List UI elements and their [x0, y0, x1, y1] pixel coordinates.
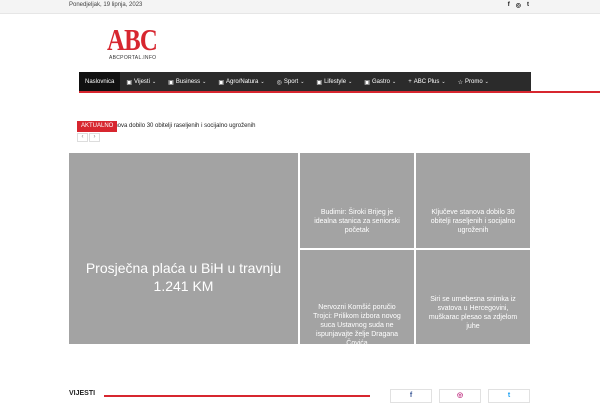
nav-underline: [79, 91, 600, 93]
featured-article-big[interactable]: Prosječna plaća u BiH u travnju 1.241 KM: [69, 153, 298, 344]
nav-item-vijesti[interactable]: ▣ Vijesti ⌄: [120, 72, 162, 92]
main-nav: Naslovnica ▣ Vijesti ⌄ ▣ Business ⌄ ▣ Ag…: [79, 72, 531, 92]
nav-label: Business: [175, 79, 201, 85]
featured-article[interactable]: Nervozni Komšić poručio Trojci: Prilikom…: [300, 250, 414, 344]
ball-icon: ◎: [276, 79, 282, 86]
top-bar: Ponedjeljak, 19 lipnja, 2023 f ◎ t: [0, 0, 600, 14]
site-logo[interactable]: ABC ABCPORTAL.INFO: [69, 22, 191, 66]
chevron-right-icon[interactable]: ›: [89, 133, 100, 142]
featured-article[interactable]: Ključeve stanova dobilo 30 obitelji rase…: [416, 153, 530, 248]
chevron-down-icon: ⌄: [300, 79, 305, 85]
instagram-icon[interactable]: ◎: [516, 2, 521, 9]
logo-text: ABC: [107, 22, 158, 57]
nav-label: Agro/Natura: [226, 79, 259, 85]
nav-label: Lifestyle: [324, 79, 347, 85]
nav-icon: ▣: [316, 79, 323, 86]
ticker-headline[interactable]: ...anova dobilo 30 obitelji raseljenih i…: [106, 123, 255, 129]
nav-label: Gastro: [371, 79, 390, 85]
nav-item-naslovnica[interactable]: Naslovnica: [79, 72, 121, 92]
nav-item-gastro[interactable]: ▣ Gastro ⌄: [358, 72, 402, 92]
twitter-icon[interactable]: t: [488, 389, 530, 403]
ticker-controls: ‹ ›: [77, 133, 100, 142]
nav-icon: ▣: [364, 79, 370, 86]
nav-item-lifestyle[interactable]: ▣ Lifestyle ⌄: [310, 72, 358, 92]
nav-item-abc-plus[interactable]: + ABC Plus ⌄: [402, 72, 451, 92]
nav-item-promo[interactable]: ☆ Promo ⌄: [452, 72, 495, 92]
nav-icon: ▣: [168, 79, 174, 86]
ticker-badge: AKTUALNO: [77, 121, 118, 132]
article-title: Siri se urnebesna snimka iz svatova u He…: [428, 296, 518, 330]
current-date: Ponedjeljak, 19 lipnja, 2023: [69, 2, 143, 8]
nav-item-agro-natura[interactable]: ▣ Agro/Natura ⌄: [212, 72, 270, 92]
facebook-icon[interactable]: f: [390, 389, 432, 403]
section-title: VIJESTI: [69, 390, 96, 397]
nav-label: Sport: [283, 79, 299, 85]
nav-label: ABC Plus: [413, 79, 440, 85]
chevron-down-icon: ⌄: [484, 79, 489, 85]
nav-label: Vijesti: [134, 79, 150, 85]
plus-icon: +: [408, 79, 412, 85]
article-title: Prosječna plaća u BiH u travnju 1.241 KM: [85, 259, 282, 294]
featured-article[interactable]: Siri se urnebesna snimka iz svatova u He…: [416, 250, 530, 344]
top-social-links: f ◎ t: [508, 2, 529, 9]
chevron-down-icon: ⌄: [441, 79, 446, 85]
article-title: Ključeve stanova dobilo 30 obitelji rase…: [430, 209, 516, 234]
article-title: Budimir: Široki Brijeg je idealna stanic…: [314, 209, 400, 234]
chevron-down-icon: ⌄: [202, 79, 207, 85]
chevron-down-icon: ⌄: [391, 79, 397, 85]
nav-icon: ▣: [218, 79, 225, 86]
nav-label: Naslovnica: [85, 79, 115, 85]
chevron-down-icon: ⌄: [151, 79, 157, 85]
section-underline: [104, 395, 370, 397]
chevron-down-icon: ⌄: [260, 79, 265, 85]
featured-article[interactable]: Budimir: Široki Brijeg je idealna stanic…: [300, 153, 414, 248]
chevron-down-icon: ⌄: [348, 79, 353, 85]
star-icon: ☆: [457, 79, 463, 86]
logo-subtitle: ABCPORTAL.INFO: [109, 55, 157, 61]
article-title: Nervozni Komšić poručio Trojci: Prilikom…: [313, 304, 401, 344]
facebook-icon[interactable]: f: [508, 2, 510, 9]
chevron-left-icon[interactable]: ‹: [77, 133, 88, 142]
twitter-icon[interactable]: t: [527, 2, 529, 9]
instagram-icon[interactable]: ◎: [439, 389, 481, 403]
nav-item-sport[interactable]: ◎ Sport ⌄: [271, 72, 311, 92]
news-ticker: ...anova dobilo 30 obitelji raseljenih i…: [77, 121, 457, 142]
nav-label: Promo: [464, 79, 483, 85]
nav-item-business[interactable]: ▣ Business ⌄: [162, 72, 212, 92]
nav-icon: ▣: [126, 79, 133, 86]
